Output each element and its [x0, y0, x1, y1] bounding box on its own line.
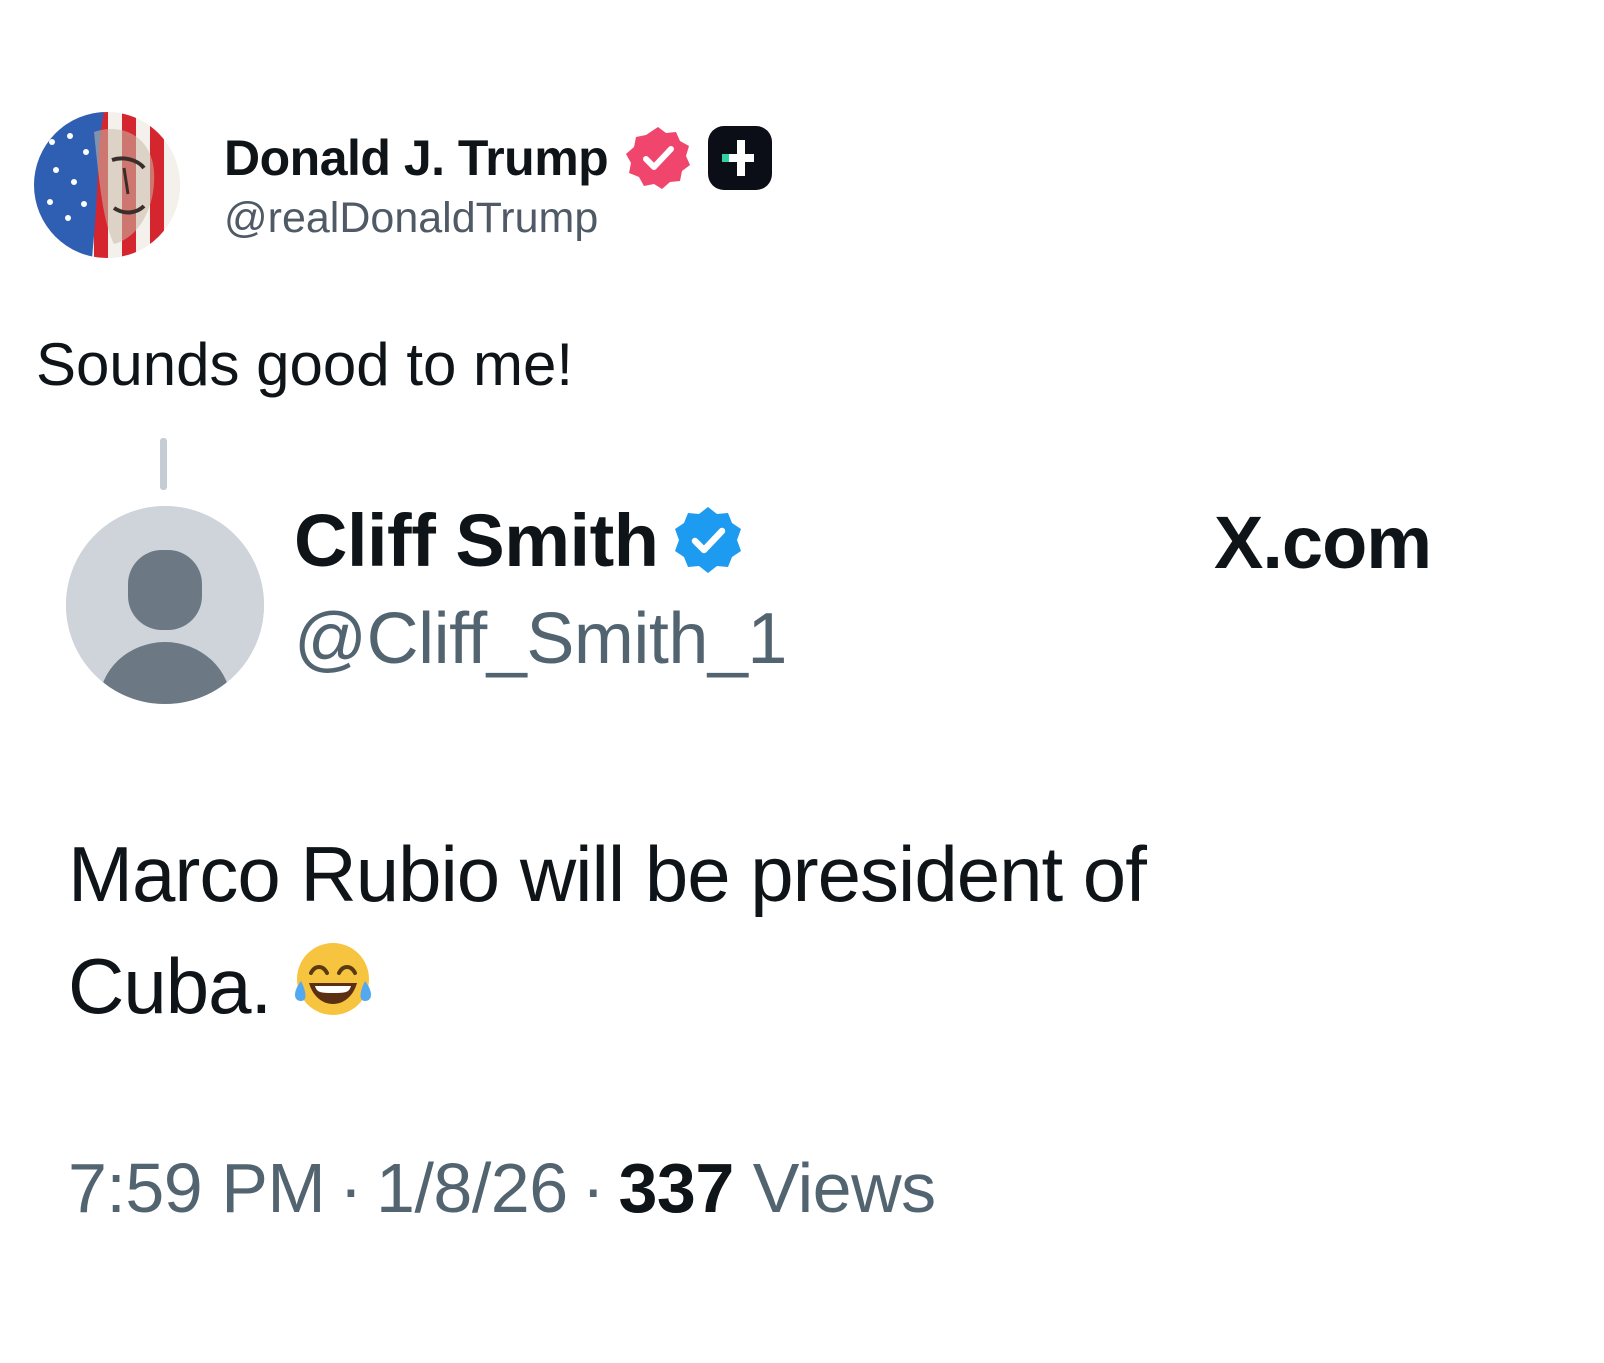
quoted-author-handle[interactable]: @Cliff_Smith_1: [294, 598, 787, 680]
verified-badge-icon: [675, 507, 742, 573]
author-handle[interactable]: @realDonaldTrump: [224, 194, 844, 243]
default-profile-avatar-icon: [66, 506, 264, 704]
views-count[interactable]: 337: [618, 1149, 734, 1227]
quoted-author-name-row: Cliff Smith: [294, 498, 744, 583]
quoted-text-line: Marco Rubio will be president of: [68, 830, 1147, 918]
meta-separator: ·: [339, 1149, 363, 1227]
tweet-meta: 7:59 PM · 1/8/26 · 337 Views: [68, 1148, 936, 1228]
truth-plus-icon: [708, 126, 773, 190]
tweet-date[interactable]: 1/8/26: [376, 1149, 568, 1227]
post-header: Donald J. Trump @realDonaldTrump: [34, 112, 773, 258]
meta-separator: ·: [581, 1149, 605, 1227]
flag-portrait-avatar-icon: [34, 112, 180, 258]
views-label: Views: [752, 1149, 936, 1227]
author-info: Donald J. Trump @realDonaldTrump: [224, 126, 844, 243]
quoted-text-line: Cuba.: [68, 930, 1368, 1042]
source-label: X.com: [1214, 501, 1432, 584]
thread-connector: [160, 438, 167, 490]
tweet-time[interactable]: 7:59 PM: [68, 1149, 326, 1227]
author-name-row: Donald J. Trump: [224, 126, 844, 190]
author-avatar[interactable]: [34, 112, 180, 258]
quoted-author-avatar[interactable]: [66, 506, 264, 704]
post-text: Sounds good to me!: [36, 331, 574, 398]
quoted-tweet-text: Marco Rubio will be president of Cuba.: [68, 818, 1368, 1042]
quoted-author-display-name[interactable]: Cliff Smith: [294, 498, 659, 583]
quoted-text-line-content: Cuba.: [68, 942, 272, 1030]
author-display-name[interactable]: Donald J. Trump: [224, 129, 609, 187]
face-with-tears-of-joy-icon: [295, 943, 372, 1015]
verified-badge-icon: [626, 127, 691, 189]
